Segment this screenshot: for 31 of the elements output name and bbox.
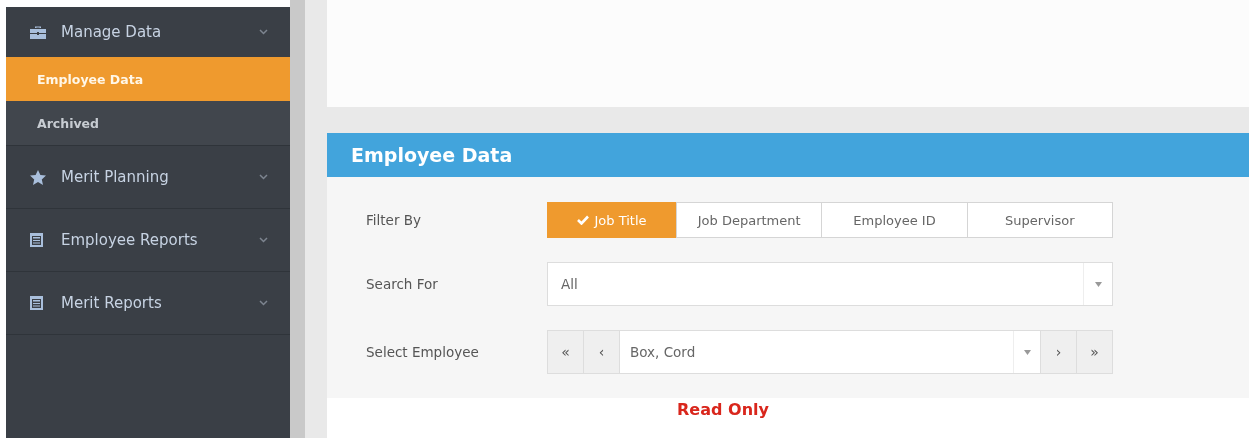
briefcase-icon	[30, 25, 46, 39]
star-icon	[30, 169, 46, 185]
report-icon	[30, 296, 43, 310]
dropdown-caret-icon	[1094, 281, 1102, 287]
check-icon	[577, 215, 590, 225]
previous-button[interactable]: ‹	[584, 331, 620, 373]
nav-item[interactable]: Merit Reports	[6, 272, 290, 334]
filter-option[interactable]: Job Department	[676, 202, 823, 238]
field-label: Filter By	[366, 212, 422, 228]
nav-item[interactable]: Employee Reports	[6, 209, 290, 271]
employee-dropdown[interactable]: Box, Cord	[620, 331, 1040, 373]
nav-item[interactable]: Manage Data	[6, 7, 290, 57]
read-only-notice: Read Only	[677, 400, 769, 420]
nav-subitem[interactable]: Archived	[6, 101, 290, 145]
chevron-down-icon	[259, 300, 268, 306]
filter-option[interactable]: Supervisor	[966, 202, 1113, 238]
chevron-down-icon	[259, 29, 268, 35]
chevron-down-icon	[259, 174, 268, 180]
splitter-bar[interactable]	[290, 0, 305, 438]
nav-item[interactable]: Merit Planning	[6, 146, 290, 208]
filter-option[interactable]: Employee ID	[821, 202, 968, 238]
search-dropdown[interactable]: All	[547, 262, 1113, 306]
last-button[interactable]: »	[1076, 331, 1112, 373]
dropdown-caret-icon	[1023, 349, 1031, 355]
panel-title: Employee Data	[327, 133, 1249, 177]
report-icon	[30, 233, 43, 247]
field-label: Select Employee	[366, 344, 480, 360]
chevron-down-icon	[259, 237, 268, 243]
next-button[interactable]: ›	[1040, 331, 1076, 373]
first-button[interactable]: «	[548, 331, 584, 373]
field-label: Search For	[366, 276, 439, 292]
